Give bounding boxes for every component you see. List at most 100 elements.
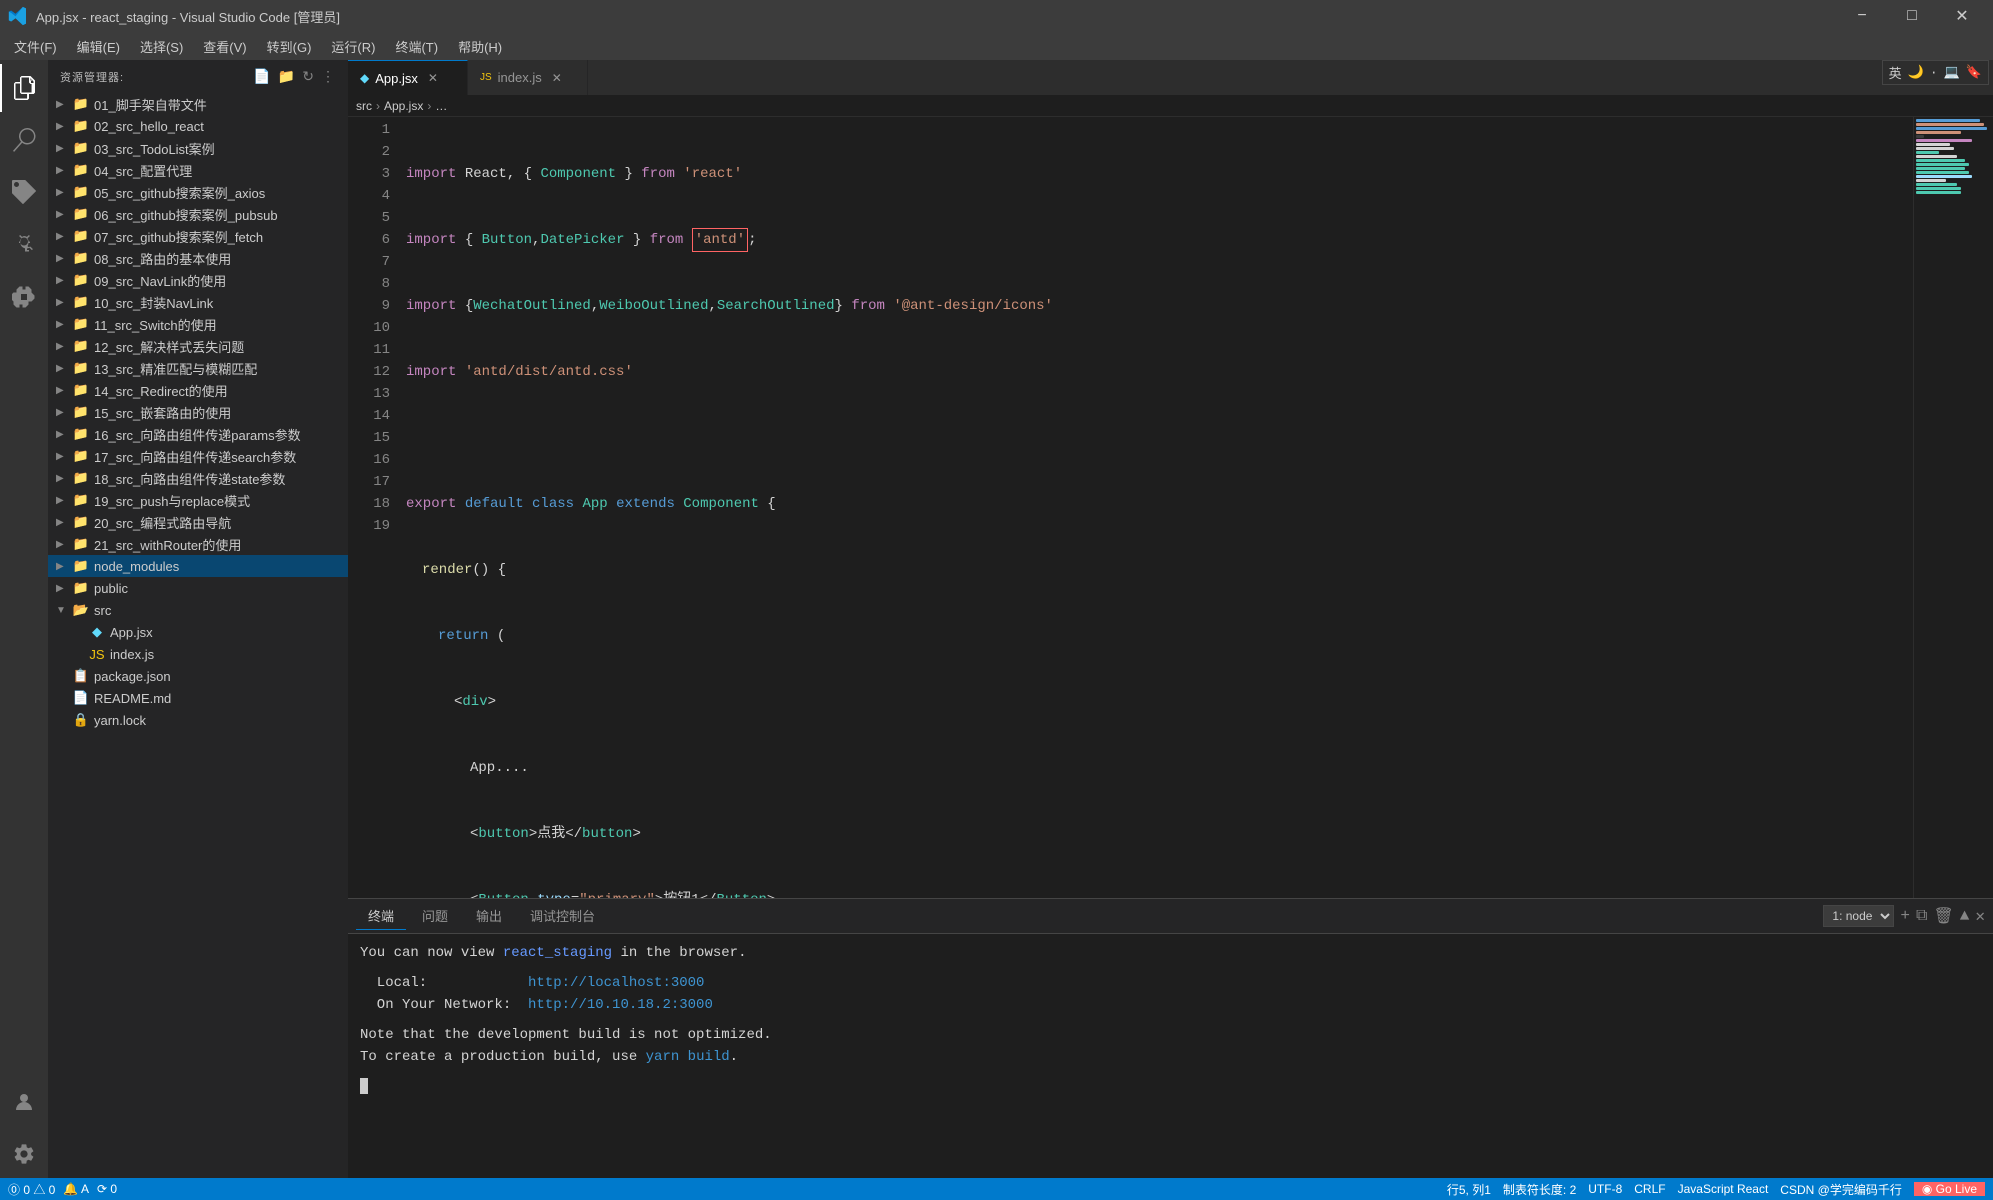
sidebar-item-08[interactable]: ▶ 📁 08_src_路由的基本使用 xyxy=(48,247,348,269)
bookmark-icon[interactable]: 🔖 xyxy=(1966,65,1982,80)
title-controls[interactable]: − □ ✕ xyxy=(1839,0,1985,32)
menu-view[interactable]: 查看(V) xyxy=(193,32,256,60)
sidebar-item-10[interactable]: ▶ 📁 10_src_封装NavLink xyxy=(48,291,348,313)
code-content[interactable]: import React, { Component } from 'react'… xyxy=(398,117,1913,898)
sidebar-item-18[interactable]: ▶ 📁 18_src_向路由组件传递state参数 xyxy=(48,467,348,489)
new-file-icon[interactable]: 📄 xyxy=(253,68,271,85)
status-sync[interactable]: ⟳ 0 xyxy=(97,1182,117,1196)
sidebar-item-19[interactable]: ▶ 📁 19_src_push与replace模式 xyxy=(48,489,348,511)
tab-appjsx[interactable]: ◆ App.jsx ✕ xyxy=(348,60,468,95)
activity-explorer[interactable] xyxy=(0,64,48,112)
new-terminal-button[interactable]: + xyxy=(1900,907,1910,925)
status-indent[interactable]: 制表符长度: 2 xyxy=(1503,1181,1576,1198)
sidebar-item-public[interactable]: ▶ 📁 public xyxy=(48,577,348,599)
minimize-button[interactable]: − xyxy=(1839,0,1885,32)
status-position[interactable]: 行5, 列1 xyxy=(1447,1181,1491,1198)
tab-indexjs[interactable]: JS index.js ✕ xyxy=(468,60,588,95)
sidebar-item-readme[interactable]: 📄 README.md xyxy=(48,687,348,709)
sidebar-item-16[interactable]: ▶ 📁 16_src_向路由组件传递params参数 xyxy=(48,423,348,445)
arrow-icon: ▶ xyxy=(56,407,72,418)
collapse-all-icon[interactable]: ⋮ xyxy=(321,68,336,85)
maximize-terminal-button[interactable]: ▲ xyxy=(1960,907,1970,925)
terminal-panel: 终端 问题 输出 调试控制台 1: node + ⧉ 🗑 ▲ ✕ You can xyxy=(348,898,1993,1178)
status-line-ending[interactable]: CRLF xyxy=(1634,1182,1665,1196)
sidebar-item-appjsx[interactable]: ◆ App.jsx xyxy=(48,621,348,643)
close-terminal-button[interactable]: ✕ xyxy=(1975,906,1985,926)
ime-icon[interactable]: 英 xyxy=(1889,63,1902,82)
sidebar-item-07[interactable]: ▶ 📁 07_src_github搜索案例_fetch xyxy=(48,225,348,247)
breadcrumb-symbol[interactable]: … xyxy=(435,99,447,113)
sidebar-item-packagejson[interactable]: 📋 package.json xyxy=(48,665,348,687)
item-label: node_modules xyxy=(94,559,179,574)
sidebar-item-yarnlock[interactable]: 🔒 yarn.lock xyxy=(48,709,348,731)
terminal-tab-debug[interactable]: 调试控制台 xyxy=(518,902,607,930)
arrow-icon: ▶ xyxy=(56,385,72,396)
status-go-live[interactable]: ◉ Go Live xyxy=(1914,1182,1985,1196)
arrow-icon: ▶ xyxy=(56,517,72,528)
arrow-icon: ▶ xyxy=(56,165,72,176)
item-label: 09_src_NavLink的使用 xyxy=(94,271,226,290)
activity-git[interactable] xyxy=(0,168,48,216)
screen-icon[interactable]: 💻 xyxy=(1944,65,1960,80)
status-notifications[interactable]: CSDN @学完编码千行 xyxy=(1780,1181,1902,1198)
tab-js-icon: JS xyxy=(480,72,492,83)
terminal-tab-problems[interactable]: 问题 xyxy=(410,902,460,930)
activity-search[interactable] xyxy=(0,116,48,164)
activity-debug[interactable] xyxy=(0,220,48,268)
status-encoding[interactable]: UTF-8 xyxy=(1588,1182,1622,1196)
menu-file[interactable]: 文件(F) xyxy=(4,32,67,60)
refresh-icon[interactable]: ↻ xyxy=(302,68,315,85)
sidebar-item-14[interactable]: ▶ 📁 14_src_Redirect的使用 xyxy=(48,379,348,401)
arrow-icon: ▶ xyxy=(56,473,72,484)
new-folder-icon[interactable]: 📁 xyxy=(278,68,296,85)
activity-settings[interactable] xyxy=(0,1130,48,1178)
terminal-tab-terminal[interactable]: 终端 xyxy=(356,902,406,930)
split-terminal-button[interactable]: ⧉ xyxy=(1916,907,1927,925)
sidebar-item-11[interactable]: ▶ 📁 11_src_Switch的使用 xyxy=(48,313,348,335)
delete-terminal-button[interactable]: 🗑 xyxy=(1933,906,1953,926)
menu-terminal[interactable]: 终端(T) xyxy=(385,32,448,60)
sidebar-header: 资源管理器: 📄 📁 ↻ ⋮ xyxy=(48,60,348,93)
breadcrumb-file[interactable]: App.jsx xyxy=(384,99,423,113)
term-line-2: Local: http://localhost:3000 xyxy=(360,972,1981,994)
maximize-button[interactable]: □ xyxy=(1889,0,1935,32)
sidebar-item-21[interactable]: ▶ 📁 21_src_withRouter的使用 xyxy=(48,533,348,555)
menu-run[interactable]: 运行(R) xyxy=(321,32,385,60)
sidebar-item-03[interactable]: ▶ 📁 03_src_TodoList案例 xyxy=(48,137,348,159)
sidebar-item-12[interactable]: ▶ 📁 12_src_解决样式丢失问题 xyxy=(48,335,348,357)
terminal-tab-output[interactable]: 输出 xyxy=(464,902,514,930)
sidebar-item-09[interactable]: ▶ 📁 09_src_NavLink的使用 xyxy=(48,269,348,291)
activity-extensions[interactable] xyxy=(0,272,48,320)
folder-icon: 📁 xyxy=(72,293,90,311)
sidebar-item-06[interactable]: ▶ 📁 06_src_github搜索案例_pubsub xyxy=(48,203,348,225)
sidebar-item-17[interactable]: ▶ 📁 17_src_向路由组件传递search参数 xyxy=(48,445,348,467)
activity-account[interactable] xyxy=(0,1078,48,1126)
status-branch[interactable]: ⓪ 0 △ 0 xyxy=(8,1181,55,1198)
theme-icon[interactable]: 🌙 xyxy=(1908,65,1924,80)
menu-edit[interactable]: 编辑(E) xyxy=(67,32,130,60)
folder-icon: 📁 xyxy=(72,315,90,333)
tab-close-button[interactable]: ✕ xyxy=(552,71,562,85)
menu-help[interactable]: 帮助(H) xyxy=(448,32,512,60)
close-button[interactable]: ✕ xyxy=(1939,0,1985,32)
menu-select[interactable]: 选择(S) xyxy=(130,32,193,60)
sidebar-item-20[interactable]: ▶ 📁 20_src_编程式路由导航 xyxy=(48,511,348,533)
sidebar-item-04[interactable]: ▶ 📁 04_src_配置代理 xyxy=(48,159,348,181)
item-label: 13_src_精准匹配与模糊匹配 xyxy=(94,359,257,378)
code-editor[interactable]: 1 2 3 4 5 6 7 8 9 10 11 12 13 14 15 16 1 xyxy=(348,117,1993,898)
sidebar-item-01[interactable]: ▶ 📁 01_脚手架自带文件 xyxy=(48,93,348,115)
terminal-selector[interactable]: 1: node xyxy=(1823,905,1894,927)
sidebar-item-node-modules[interactable]: ▶ 📁 node_modules xyxy=(48,555,348,577)
folder-open-icon: 📂 xyxy=(72,601,90,619)
sidebar-item-src[interactable]: ▼ 📂 src xyxy=(48,599,348,621)
sidebar-item-02[interactable]: ▶ 📁 02_src_hello_react xyxy=(48,115,348,137)
status-language[interactable]: JavaScript React xyxy=(1678,1182,1769,1196)
sidebar-item-13[interactable]: ▶ 📁 13_src_精准匹配与模糊匹配 xyxy=(48,357,348,379)
sidebar-item-indexjs[interactable]: JS index.js xyxy=(48,643,348,665)
menu-goto[interactable]: 转到(G) xyxy=(257,32,322,60)
sidebar-item-15[interactable]: ▶ 📁 15_src_嵌套路由的使用 xyxy=(48,401,348,423)
status-remote[interactable]: 🔔 A xyxy=(63,1182,89,1196)
tab-close-button[interactable]: ✕ xyxy=(428,71,438,85)
sidebar-item-05[interactable]: ▶ 📁 05_src_github搜索案例_axios xyxy=(48,181,348,203)
breadcrumb-src[interactable]: src xyxy=(356,99,372,113)
